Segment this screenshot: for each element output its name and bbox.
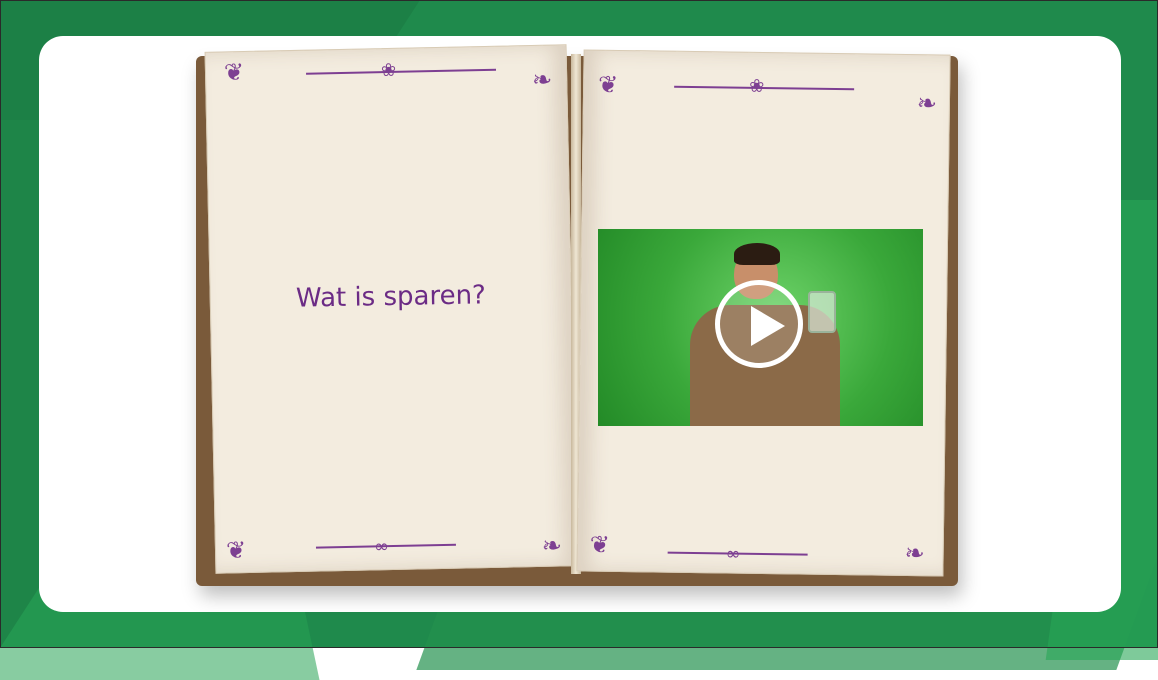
- corner-ornament-icon: ❧: [531, 65, 553, 94]
- corner-ornament-icon: ❧: [904, 538, 925, 568]
- flourish-ornament-icon: ∞: [725, 543, 741, 565]
- corner-ornament-icon: ❧: [541, 531, 563, 560]
- corner-ornament-icon: ❧: [916, 89, 938, 118]
- flourish-ornament-icon: ∞: [373, 536, 390, 558]
- divider-flourish: [306, 68, 497, 75]
- corner-ornament-icon: ❦: [597, 70, 619, 99]
- flourish-ornament-icon: ❀: [380, 59, 397, 82]
- video-person-hair: [734, 243, 780, 265]
- video-player[interactable]: [598, 229, 923, 426]
- corner-ornament-icon: ❦: [225, 536, 247, 565]
- video-savings-jar: [808, 291, 836, 333]
- corner-ornament-icon: ❦: [589, 530, 611, 559]
- corner-ornament-icon: ❦: [223, 58, 245, 87]
- play-icon[interactable]: [715, 280, 803, 368]
- page-title: Wat is sparen?: [295, 280, 487, 314]
- flourish-ornament-icon: ❀: [749, 75, 765, 97]
